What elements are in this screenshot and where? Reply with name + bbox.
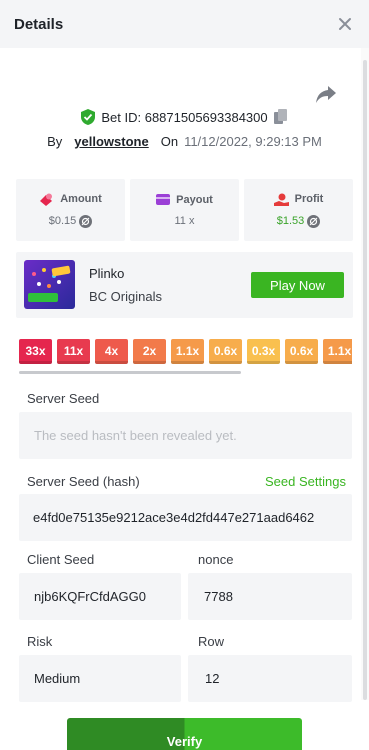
amount-stat: Amount $0.15 [16,179,125,241]
multiplier-scrollbar[interactable] [19,371,241,374]
game-provider: BC Originals [89,289,162,304]
page-title: Details [14,15,64,33]
nonce-field[interactable]: 7788 [188,573,352,620]
coin-icon [79,214,93,228]
risk-field[interactable]: Medium [19,655,181,702]
row-field[interactable]: 12 [188,655,352,702]
game-card: Plinko BC Originals Play Now [16,252,353,318]
multiplier-tile: 33x [19,339,52,364]
multiplier-tile: 2x [133,339,166,364]
amount-value: $0.15 [48,215,77,227]
game-name: Plinko [89,266,125,281]
profit-value: $1.53 [276,215,305,227]
by-label: By [47,134,63,149]
profit-stat: Profit $1.53 [244,179,353,241]
client-seed-field[interactable]: njb6KQFrCfdAGG0 [19,573,181,620]
client-seed-label: Client Seed [27,552,95,567]
details-header: Details [0,0,369,48]
wallet-icon [156,194,171,205]
bet-id-row: Bet ID: 68871505693384300 [0,109,369,125]
bet-date: 11/12/2022, 9:29:13 PM [184,134,322,149]
profit-label: Profit [294,193,324,205]
multiplier-tile: 4x [95,339,128,364]
verify-button[interactable]: Verify [67,718,302,750]
multiplier-tile: 0.6x [285,339,318,364]
amount-label: Amount [60,193,102,205]
server-seed-field[interactable]: The seed hasn't been revealed yet. [19,412,352,459]
payout-stat: Payout 11 x [130,179,239,241]
profit-icon [273,193,289,206]
copy-icon[interactable] [273,109,288,125]
multiplier-tile: 11x [57,339,90,364]
bet-id: Bet ID: 68871505693384300 [101,109,268,125]
share-icon[interactable] [315,84,337,104]
scrollbar-thumb[interactable] [363,60,367,700]
close-icon[interactable] [335,14,355,34]
multiplier-tile: 0.6x [209,339,242,364]
on-label: On [160,134,179,149]
plinko-thumbnail[interactable] [24,260,75,309]
seed-settings-link[interactable]: Seed Settings [265,474,346,489]
server-seed-hash-label: Server Seed (hash) [27,474,140,489]
coin-icon [307,214,321,228]
amount-icon [40,193,53,206]
multiplier-row[interactable]: 33x 11x 4x 2x 1.1x 0.6x 0.3x 0.6x 1.1x [19,339,352,365]
username-link[interactable]: yellowstone [74,134,148,149]
nonce-label: nonce [198,552,234,567]
multiplier-tile: 1.1x [323,339,352,364]
row-label: Row [198,634,225,649]
play-now-button[interactable]: Play Now [251,272,344,298]
multiplier-tile: 0.3x [247,339,280,364]
server-seed-hash-field[interactable]: e4fd0e75135e9212ace3e4d2fd447e271aad6462 [19,494,352,541]
payout-value: 11 x [174,214,195,227]
payout-label: Payout [176,193,213,206]
shield-check-icon [81,109,96,125]
risk-label: Risk [27,634,53,649]
bet-stats: Amount $0.15 Payout 11 x Profit $1.53 [16,179,353,241]
multiplier-tile: 1.1x [171,339,204,364]
bet-author-row: By yellowstone On 11/12/2022, 9:29:13 PM [0,134,369,149]
server-seed-label: Server Seed [27,391,100,406]
